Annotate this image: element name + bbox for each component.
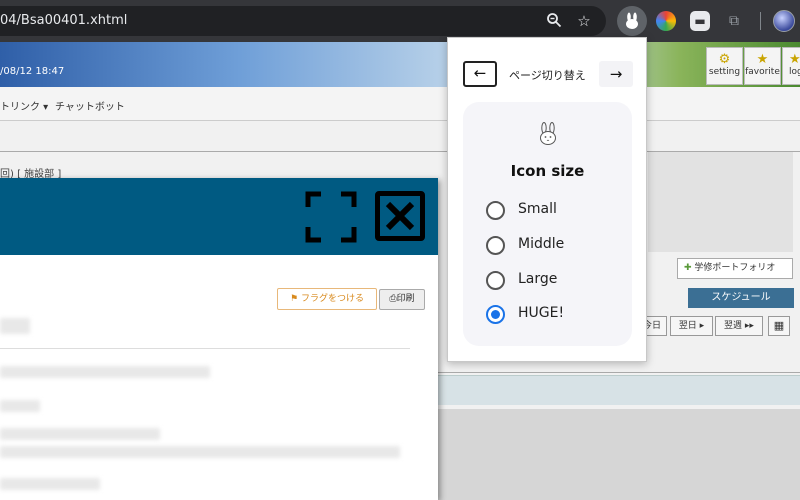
menu-chatbot[interactable]: チャットボット bbox=[55, 98, 125, 113]
radio-small[interactable] bbox=[486, 201, 505, 220]
blurred-text bbox=[0, 366, 210, 378]
rabbit-icon bbox=[540, 122, 556, 145]
blurred-text bbox=[0, 428, 160, 440]
bookmark-star-icon[interactable]: ☆ bbox=[575, 12, 593, 30]
print-button[interactable]: ⎙印刷 bbox=[379, 289, 425, 310]
zoom-icon[interactable] bbox=[545, 12, 563, 30]
radio-huge[interactable] bbox=[486, 305, 505, 324]
option-small[interactable]: Small bbox=[486, 199, 616, 221]
rabbit-extension-icon[interactable] bbox=[617, 6, 647, 36]
option-middle[interactable]: Middle bbox=[486, 234, 616, 256]
prev-page-button[interactable]: ← bbox=[463, 61, 497, 87]
radio-large[interactable] bbox=[486, 271, 505, 290]
fullscreen-icon[interactable] bbox=[305, 191, 357, 243]
option-label: Middle bbox=[518, 236, 565, 252]
side-panel bbox=[648, 152, 793, 252]
setting-button[interactable]: ⚙ setting bbox=[706, 47, 743, 85]
icon-size-card: Icon size Small Middle Large HUGE! bbox=[463, 102, 632, 346]
divider bbox=[438, 372, 800, 373]
browser-toolbar: 04/Bsa00401.xhtml ☆ ▬ ⧉ bbox=[0, 0, 800, 42]
logout-icon: ★ bbox=[789, 52, 800, 67]
url-text[interactable]: 04/Bsa00401.xhtml bbox=[0, 13, 127, 28]
puzzle-icon: ✚ bbox=[684, 263, 692, 273]
close-icon[interactable] bbox=[375, 191, 425, 241]
divider bbox=[0, 348, 410, 349]
puzzle-extensions-icon[interactable]: ⧉ bbox=[724, 11, 744, 31]
option-label: Large bbox=[518, 271, 558, 287]
radio-middle[interactable] bbox=[486, 236, 505, 255]
logout-label: log bbox=[789, 67, 800, 77]
favorite-button[interactable]: ★ favorite bbox=[744, 47, 781, 85]
favorite-label: favorite bbox=[745, 67, 780, 77]
blurred-text bbox=[0, 400, 40, 412]
modal-header bbox=[0, 178, 438, 255]
toolbar-divider bbox=[760, 12, 761, 30]
blurred-text bbox=[0, 446, 400, 458]
menu-bar: トリンク ▾ チャットボット bbox=[0, 87, 800, 121]
option-label: Small bbox=[518, 201, 557, 217]
icon-size-title: Icon size bbox=[510, 162, 585, 180]
header-banner: /08/12 18:47 ⚙ setting ★ favorite ★ log bbox=[0, 42, 800, 87]
extension-popup: ← ページ切り替え → Icon size Small Middle Large… bbox=[447, 37, 647, 362]
gear-icon: ⚙ bbox=[718, 52, 731, 67]
setting-label: setting bbox=[708, 67, 741, 77]
address-bar[interactable]: 04/Bsa00401.xhtml ☆ bbox=[0, 6, 606, 36]
calendar-icon[interactable]: ▦ bbox=[768, 316, 790, 336]
message-modal: ⚑ フラグをつける ⎙印刷 bbox=[0, 178, 438, 500]
profile-avatar[interactable] bbox=[773, 10, 795, 32]
logout-button[interactable]: ★ log bbox=[782, 47, 800, 85]
option-large[interactable]: Large bbox=[486, 269, 616, 291]
tab-schedule[interactable]: スケジュール bbox=[688, 288, 794, 308]
print-label: 印刷 bbox=[396, 294, 415, 304]
flag-button[interactable]: ⚑ フラグをつける bbox=[277, 288, 377, 310]
next-page-button[interactable]: → bbox=[599, 61, 633, 87]
next-day-button[interactable]: 翌日 ▸ bbox=[670, 316, 713, 336]
star-icon: ★ bbox=[756, 52, 769, 67]
next-week-button[interactable]: 翌週 ▸▸ bbox=[715, 316, 763, 336]
portfolio-button[interactable]: ✚ 学修ポートフォリオ bbox=[677, 258, 793, 279]
flag-label: フラグをつける bbox=[300, 294, 364, 304]
color-extension-icon[interactable] bbox=[656, 11, 676, 31]
page-switch-title: ページ切り替え bbox=[509, 69, 586, 82]
flag-icon: ⚑ bbox=[290, 294, 301, 304]
option-huge[interactable]: HUGE! bbox=[486, 303, 616, 325]
option-label: HUGE! bbox=[518, 305, 565, 321]
chat-extension-icon[interactable]: ▬ bbox=[690, 11, 710, 31]
portfolio-label: 学修ポートフォリオ bbox=[694, 263, 776, 273]
info-band bbox=[438, 375, 800, 405]
printer-icon: ⎙ bbox=[389, 294, 397, 304]
content-area bbox=[438, 409, 800, 500]
banner-date: /08/12 18:47 bbox=[0, 66, 65, 77]
blurred-text bbox=[0, 478, 100, 490]
menu-link-dropdown[interactable]: トリンク ▾ bbox=[0, 98, 48, 113]
blurred-text bbox=[0, 318, 30, 334]
